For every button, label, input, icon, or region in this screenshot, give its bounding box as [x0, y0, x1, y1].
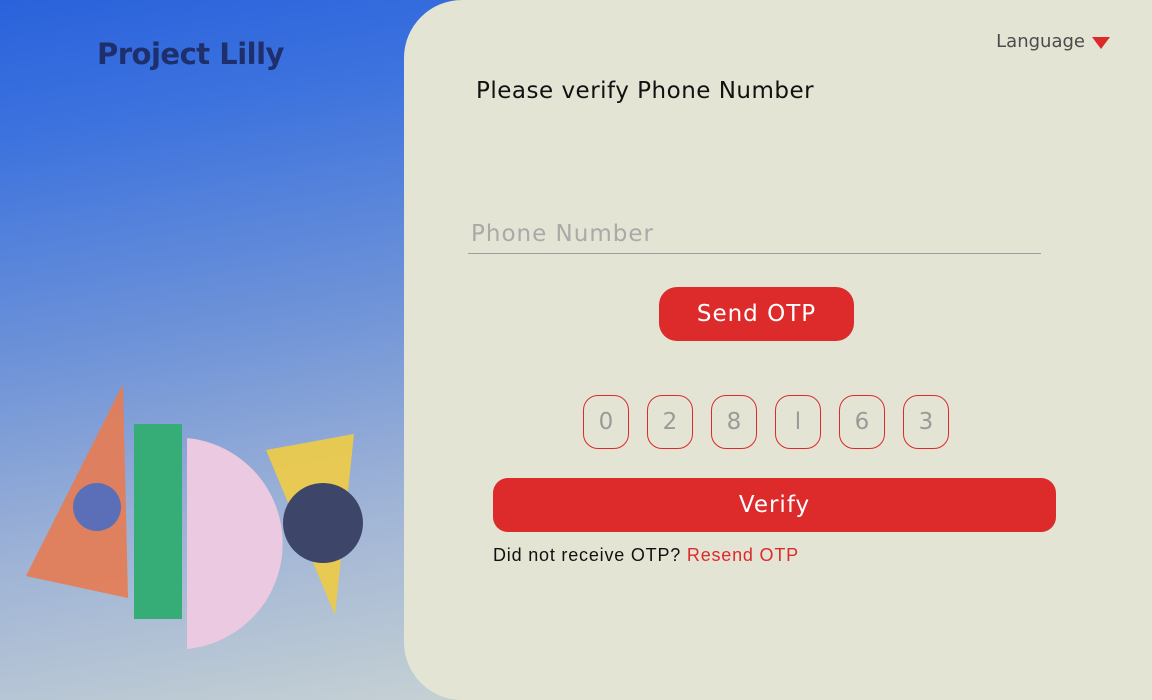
otp-digit-input[interactable]	[583, 395, 629, 449]
pink-half-disc-shape	[187, 438, 283, 649]
green-rectangle-shape	[134, 424, 182, 619]
brand-title: Project Lilly	[97, 37, 284, 71]
blue-circle-shape	[73, 483, 121, 531]
language-label: Language	[996, 31, 1085, 52]
verification-panel: Language Please verify Phone Number Send…	[404, 0, 1152, 700]
resend-prompt-text: Did not receive OTP?	[493, 545, 682, 565]
resend-otp-row: Did not receive OTP? Resend OTP	[493, 545, 799, 566]
caret-down-icon	[1092, 37, 1110, 49]
otp-input-group	[583, 395, 949, 449]
otp-digit-input[interactable]	[903, 395, 949, 449]
phone-number-input[interactable]	[468, 214, 1041, 254]
abstract-shapes-illustration	[26, 384, 363, 649]
resend-otp-link[interactable]: Resend OTP	[687, 545, 799, 565]
otp-digit-input[interactable]	[647, 395, 693, 449]
page-title: Please verify Phone Number	[476, 78, 815, 104]
verify-button[interactable]: Verify	[493, 478, 1056, 532]
send-otp-button[interactable]: Send OTP	[659, 287, 854, 341]
otp-digit-input[interactable]	[775, 395, 821, 449]
navy-circle-shape	[283, 483, 363, 563]
otp-digit-input[interactable]	[839, 395, 885, 449]
language-selector[interactable]: Language	[996, 31, 1110, 52]
otp-digit-input[interactable]	[711, 395, 757, 449]
